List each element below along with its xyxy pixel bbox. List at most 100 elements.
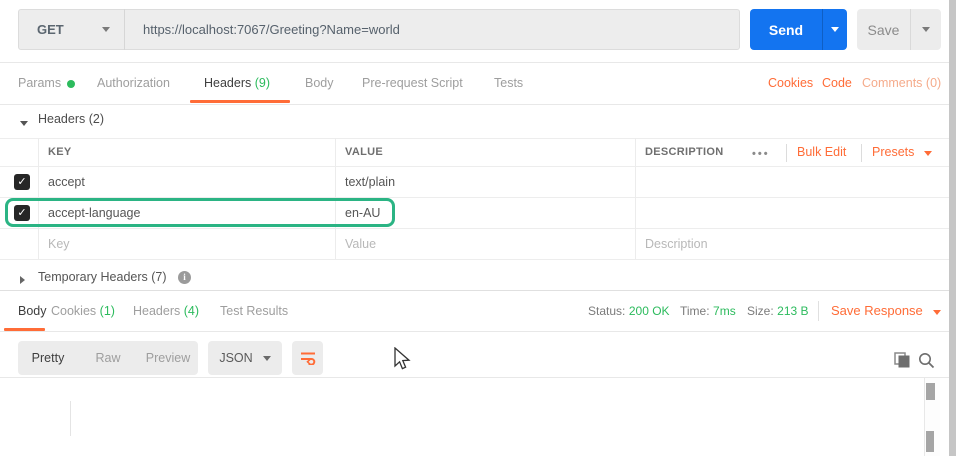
cookies-link[interactable]: Cookies bbox=[768, 63, 813, 104]
size-value: 213 B bbox=[777, 304, 809, 318]
divider bbox=[0, 104, 956, 105]
row-checkbox[interactable]: ✓ bbox=[14, 174, 30, 190]
description-input-placeholder[interactable]: Description bbox=[645, 237, 708, 251]
save-response-label: Save Response bbox=[831, 303, 923, 318]
save-response-button[interactable]: Save Response bbox=[831, 291, 942, 331]
time-meta: Time: 7ms bbox=[680, 291, 736, 331]
params-indicator-dot-icon bbox=[67, 79, 76, 88]
preview-view-button[interactable]: Preview bbox=[138, 351, 198, 365]
url-input[interactable]: https://localhost:7067/Greeting?Name=wor… bbox=[125, 22, 739, 37]
tab-params-label: Params bbox=[18, 76, 62, 90]
column-header-key: KEY bbox=[48, 146, 72, 158]
tab-pre-request-script-label: Pre-request Script bbox=[362, 76, 463, 90]
indent-guide bbox=[70, 401, 71, 436]
column-header-value: VALUE bbox=[345, 146, 383, 158]
chevron-down-icon bbox=[933, 310, 942, 315]
code-link[interactable]: Code bbox=[822, 63, 852, 104]
tab-params[interactable]: Params bbox=[18, 63, 76, 104]
info-icon[interactable]: i bbox=[178, 271, 191, 284]
resp-tab-cookies-label: Cookies bbox=[51, 304, 97, 318]
response-view-switcher: Pretty Raw Preview bbox=[18, 341, 198, 375]
table-border bbox=[0, 259, 956, 260]
chevron-down-icon bbox=[923, 151, 932, 156]
resp-tab-test-results[interactable]: Test Results bbox=[220, 291, 288, 331]
row-checkbox[interactable]: ✓ bbox=[14, 205, 30, 221]
active-tab-underline bbox=[190, 100, 290, 103]
send-options-button[interactable] bbox=[822, 9, 847, 50]
format-select-label: JSON bbox=[219, 351, 253, 365]
chevron-down-icon bbox=[831, 27, 839, 32]
tab-body[interactable]: Body bbox=[305, 63, 334, 104]
time-label: Time: bbox=[680, 304, 710, 318]
header-value-cell[interactable]: text/plain bbox=[345, 175, 395, 189]
status-label: Status: bbox=[588, 304, 626, 318]
tab-tests[interactable]: Tests bbox=[494, 63, 523, 104]
method-select[interactable]: GET bbox=[19, 10, 124, 49]
format-select[interactable]: JSON bbox=[208, 341, 282, 375]
save-button-group: Save bbox=[857, 9, 941, 50]
resp-tab-headers-label: Headers bbox=[133, 304, 181, 318]
status-value: 200 OK bbox=[628, 304, 670, 318]
resp-tab-test-results-label: Test Results bbox=[220, 304, 289, 318]
chevron-down-icon bbox=[922, 27, 930, 32]
table-border bbox=[0, 138, 956, 139]
method-label: GET bbox=[37, 22, 64, 37]
comments-link[interactable]: Comments (0) bbox=[862, 63, 941, 104]
temporary-headers-toggle[interactable] bbox=[20, 273, 25, 287]
mouse-cursor-icon bbox=[394, 347, 411, 370]
caret-right-icon bbox=[20, 276, 25, 284]
search-icon bbox=[919, 353, 935, 369]
table-border bbox=[0, 166, 956, 167]
tab-authorization-label: Authorization bbox=[97, 76, 170, 90]
tab-headers[interactable]: Headers (9) bbox=[204, 63, 270, 104]
tab-body-label: Body bbox=[305, 76, 334, 90]
search-button[interactable] bbox=[917, 351, 935, 372]
headers-section-title[interactable]: Headers (2) bbox=[38, 112, 104, 126]
chevron-down-icon bbox=[262, 355, 271, 361]
chevron-down-icon bbox=[102, 27, 110, 32]
postman-app: GET https://localhost:7067/Greeting?Name… bbox=[0, 0, 956, 456]
table-border bbox=[0, 197, 956, 198]
temporary-headers-title[interactable]: Temporary Headers (7) bbox=[38, 270, 167, 284]
column-divider bbox=[635, 138, 636, 259]
headers-collapse-toggle[interactable] bbox=[20, 115, 28, 129]
header-key-cell[interactable]: accept bbox=[48, 175, 85, 189]
header-value-cell[interactable]: en-AU bbox=[345, 206, 380, 220]
tab-headers-label: Headers bbox=[204, 76, 252, 90]
tab-tests-label: Tests bbox=[494, 76, 524, 90]
presets-button[interactable]: Presets bbox=[872, 145, 932, 159]
caret-down-icon bbox=[20, 121, 28, 126]
tab-pre-request-script[interactable]: Pre-request Script bbox=[362, 63, 463, 104]
column-divider bbox=[38, 138, 39, 259]
resp-tab-body-label: Body bbox=[18, 304, 47, 318]
resp-tab-body[interactable]: Body bbox=[18, 291, 47, 331]
resp-tab-cookies[interactable]: Cookies (1) bbox=[51, 291, 115, 331]
response-body-editor[interactable]: 1 { 2 "greeting": "G'day, world!", 3 "gr… bbox=[0, 378, 940, 456]
save-options-button[interactable] bbox=[910, 9, 941, 50]
tab-authorization[interactable]: Authorization bbox=[97, 63, 170, 104]
send-button[interactable]: Send bbox=[750, 9, 822, 50]
save-button[interactable]: Save bbox=[857, 9, 910, 50]
status-meta: Status: 200 OK bbox=[588, 291, 670, 331]
presets-label: Presets bbox=[872, 145, 915, 159]
editor-scrollbar-thumb[interactable] bbox=[926, 383, 935, 400]
resp-tab-headers[interactable]: Headers (4) bbox=[133, 291, 199, 331]
divider bbox=[0, 331, 956, 332]
column-divider bbox=[335, 138, 336, 259]
copy-button[interactable] bbox=[893, 351, 911, 372]
resp-tab-headers-count: (4) bbox=[183, 304, 200, 318]
more-options-icon[interactable]: ••• bbox=[752, 148, 770, 160]
size-label: Size: bbox=[747, 304, 774, 318]
key-input-placeholder[interactable]: Key bbox=[48, 237, 70, 251]
pretty-view-button[interactable]: Pretty bbox=[18, 351, 78, 365]
window-scrollbar[interactable] bbox=[949, 0, 956, 456]
resp-tab-cookies-count: (1) bbox=[99, 304, 115, 318]
wrap-text-button[interactable] bbox=[292, 341, 323, 375]
header-key-cell[interactable]: accept-language bbox=[48, 206, 140, 220]
text-wrap-icon bbox=[300, 352, 315, 365]
value-input-placeholder[interactable]: Value bbox=[345, 237, 376, 251]
divider bbox=[786, 144, 787, 162]
pane-scrollbar-thumb[interactable] bbox=[926, 431, 934, 452]
raw-view-button[interactable]: Raw bbox=[78, 351, 138, 365]
bulk-edit-button[interactable]: Bulk Edit bbox=[797, 145, 846, 159]
